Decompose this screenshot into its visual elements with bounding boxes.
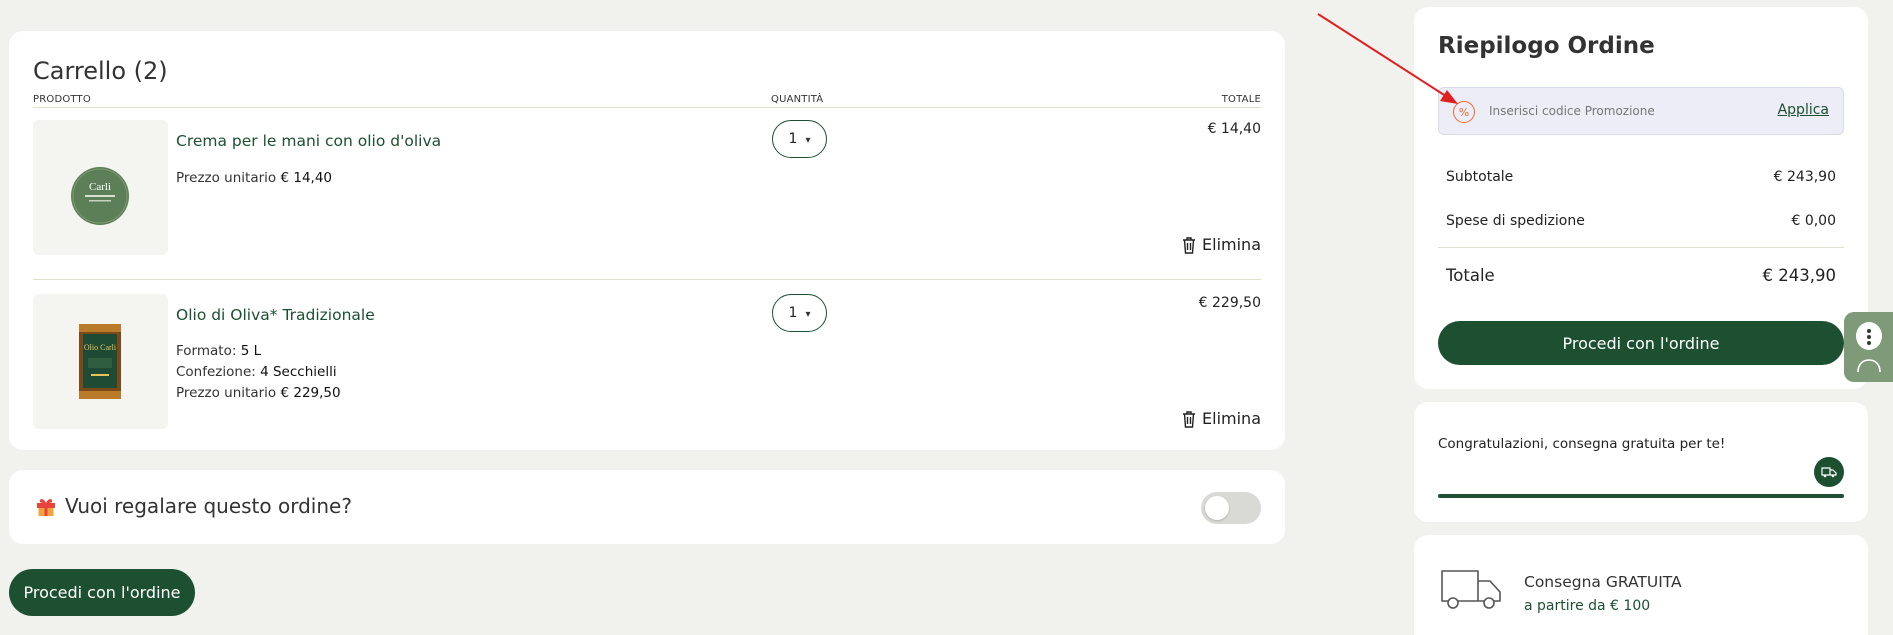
remove-button[interactable]: Elimina bbox=[1181, 409, 1261, 428]
cart-item: Carli Crema per le mani con olio d'oliva… bbox=[33, 120, 1261, 260]
delivery-info-card: Consegna GRATUITA a partire da € 100 bbox=[1414, 535, 1868, 635]
detail-value: 5 L bbox=[240, 343, 262, 359]
free-shipping-progress bbox=[1438, 494, 1844, 498]
item-divider bbox=[33, 279, 1261, 280]
detail-label: Confezione: bbox=[176, 364, 256, 380]
svg-text:Carli: Carli bbox=[89, 181, 111, 193]
detail-value: 4 Secchielli bbox=[260, 364, 337, 380]
product-format: Formato: 5 L bbox=[176, 343, 261, 359]
svg-text:Olio Carli: Olio Carli bbox=[84, 343, 117, 352]
toggle-knob bbox=[1205, 496, 1229, 520]
gift-icon bbox=[37, 499, 55, 516]
remove-label: Elimina bbox=[1202, 409, 1261, 428]
detail-value: € 14,40 bbox=[280, 170, 333, 186]
product-name[interactable]: Olio di Oliva* Tradizionale bbox=[176, 306, 375, 324]
truck-icon bbox=[1814, 457, 1844, 487]
summary-title: Riepilogo Ordine bbox=[1438, 33, 1655, 59]
apply-promo-link[interactable]: Applica bbox=[1778, 102, 1829, 118]
chevron-down-icon: ▾ bbox=[805, 308, 811, 320]
checkout-button[interactable]: Procedi con l'ordine bbox=[1438, 321, 1844, 365]
quantity-value: 1 bbox=[788, 305, 798, 321]
subtotal-value: € 243,90 bbox=[1773, 169, 1836, 185]
detail-label: Formato: bbox=[176, 343, 237, 359]
shipping-label: Spese di spedizione bbox=[1446, 213, 1585, 229]
trash-icon bbox=[1183, 236, 1196, 254]
line-total: € 14,40 bbox=[1207, 121, 1261, 137]
delivery-truck-icon bbox=[1441, 570, 1501, 609]
gift-label: Vuoi regalare questo ordine? bbox=[65, 494, 352, 518]
detail-label: Prezzo unitario bbox=[176, 385, 277, 401]
subtotal-row: Subtotale € 243,90 bbox=[1446, 169, 1836, 185]
total-label: Totale bbox=[1446, 266, 1495, 285]
quantity-select[interactable]: 1 ▾ bbox=[772, 294, 827, 332]
delivery-title: Consegna GRATUITA bbox=[1524, 573, 1682, 591]
percent-badge-icon: % bbox=[1453, 101, 1475, 123]
chevron-down-icon: ▾ bbox=[805, 134, 811, 146]
detail-label: Prezzo unitario bbox=[176, 170, 277, 186]
quantity-value: 1 bbox=[788, 131, 798, 147]
total-row: Totale € 243,90 bbox=[1446, 266, 1836, 285]
product-name[interactable]: Crema per le mani con olio d'oliva bbox=[176, 132, 441, 150]
cart-card: Carrello (2) PRODOTTO QUANTITÀ TOTALE Ca… bbox=[9, 31, 1285, 450]
order-summary-card: Riepilogo Ordine % Inserisci codice Prom… bbox=[1414, 7, 1868, 389]
product-image[interactable]: Olio Carli bbox=[33, 294, 168, 429]
column-header-product: PRODOTTO bbox=[33, 94, 91, 105]
gift-toggle[interactable] bbox=[1201, 492, 1261, 524]
header-divider bbox=[33, 107, 1261, 108]
quantity-select[interactable]: 1 ▾ bbox=[772, 120, 827, 158]
promo-placeholder: Inserisci codice Promozione bbox=[1489, 104, 1655, 118]
product-package: Confezione: 4 Secchielli bbox=[176, 364, 337, 380]
line-total: € 229,50 bbox=[1198, 295, 1261, 311]
remove-label: Elimina bbox=[1202, 235, 1261, 254]
subtotal-label: Subtotale bbox=[1446, 169, 1514, 185]
column-header-quantity: QUANTITÀ bbox=[771, 94, 824, 105]
total-value: € 243,90 bbox=[1762, 266, 1836, 285]
column-header-total: TOTALE bbox=[1221, 94, 1261, 105]
person-icon bbox=[1857, 359, 1881, 373]
detail-value: € 229,50 bbox=[280, 385, 341, 401]
chat-icon bbox=[1856, 322, 1882, 350]
delivery-subtitle: a partire da € 100 bbox=[1524, 598, 1651, 614]
cart-title: Carrello (2) bbox=[33, 57, 168, 85]
promo-code-field[interactable]: % Inserisci codice Promozione Applica bbox=[1438, 87, 1844, 135]
free-shipping-message: Congratulazioni, consegna gratuita per t… bbox=[1438, 436, 1726, 452]
product-image[interactable]: Carli bbox=[33, 120, 168, 255]
remove-button[interactable]: Elimina bbox=[1181, 235, 1261, 254]
cart-item: Olio Carli Olio di Oliva* Tradizionale F… bbox=[33, 294, 1261, 434]
unit-price: Prezzo unitario € 229,50 bbox=[176, 385, 341, 401]
gift-option-card: Vuoi regalare questo ordine? bbox=[9, 470, 1285, 544]
summary-divider bbox=[1438, 247, 1844, 248]
shipping-row: Spese di spedizione € 0,00 bbox=[1446, 213, 1836, 229]
unit-price: Prezzo unitario € 14,40 bbox=[176, 170, 332, 186]
gift-question: Vuoi regalare questo ordine? bbox=[35, 494, 352, 518]
free-shipping-card: Congratulazioni, consegna gratuita per t… bbox=[1414, 402, 1868, 522]
chat-widget[interactable] bbox=[1844, 312, 1893, 382]
checkout-button-bottom[interactable]: Procedi con l'ordine bbox=[9, 569, 195, 616]
shipping-value: € 0,00 bbox=[1791, 213, 1836, 229]
trash-icon bbox=[1183, 410, 1196, 428]
